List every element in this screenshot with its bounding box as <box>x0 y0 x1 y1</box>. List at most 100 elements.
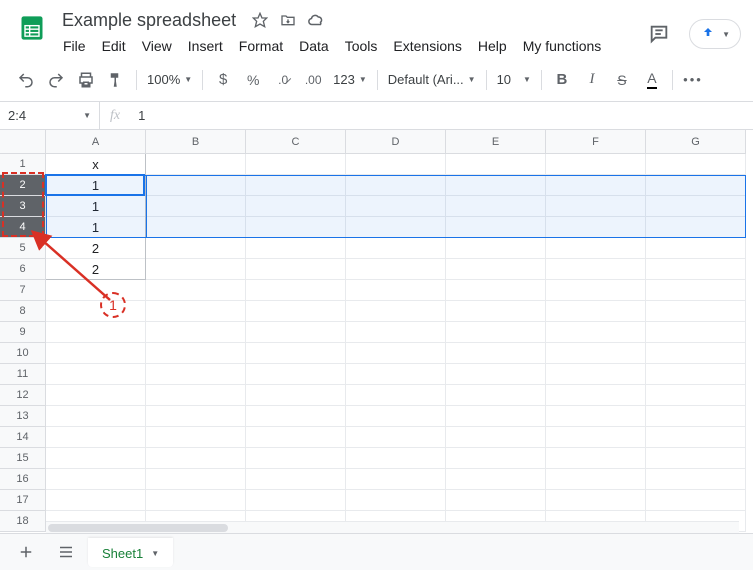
cell-C9[interactable] <box>246 322 346 343</box>
cell-F8[interactable] <box>546 301 646 322</box>
cell-B16[interactable] <box>146 469 246 490</box>
cell-G12[interactable] <box>646 385 746 406</box>
cell-C13[interactable] <box>246 406 346 427</box>
cell-B1[interactable] <box>146 154 246 175</box>
add-sheet-button[interactable] <box>8 538 44 566</box>
all-sheets-button[interactable] <box>48 538 84 566</box>
column-header-G[interactable]: G <box>646 130 746 154</box>
cell-A1[interactable]: x <box>46 154 146 175</box>
cell-C2[interactable] <box>246 175 346 196</box>
formula-input[interactable]: 1 <box>130 108 753 123</box>
row-header-11[interactable]: 11 <box>0 364 46 385</box>
cell-A2[interactable]: 1 <box>46 175 146 196</box>
menu-extensions[interactable]: Extensions <box>386 34 468 58</box>
row-header-5[interactable]: 5 <box>0 238 46 259</box>
cell-B11[interactable] <box>146 364 246 385</box>
cell-B12[interactable] <box>146 385 246 406</box>
cell-A11[interactable] <box>46 364 146 385</box>
redo-button[interactable] <box>42 66 70 94</box>
cell-A13[interactable] <box>46 406 146 427</box>
cell-F13[interactable] <box>546 406 646 427</box>
cell-F2[interactable] <box>546 175 646 196</box>
cell-B8[interactable] <box>146 301 246 322</box>
cell-D8[interactable] <box>346 301 446 322</box>
cell-B10[interactable] <box>146 343 246 364</box>
cell-G15[interactable] <box>646 448 746 469</box>
menu-insert[interactable]: Insert <box>181 34 230 58</box>
cell-C1[interactable] <box>246 154 346 175</box>
horizontal-scrollbar[interactable] <box>46 521 739 533</box>
menu-format[interactable]: Format <box>232 34 290 58</box>
paint-format-button[interactable] <box>102 66 130 94</box>
cell-G16[interactable] <box>646 469 746 490</box>
cell-E4[interactable] <box>446 217 546 238</box>
cell-C5[interactable] <box>246 238 346 259</box>
cell-E6[interactable] <box>446 259 546 280</box>
cell-E5[interactable] <box>446 238 546 259</box>
row-header-13[interactable]: 13 <box>0 406 46 427</box>
cell-A4[interactable]: 1 <box>46 217 146 238</box>
cell-G7[interactable] <box>646 280 746 301</box>
cell-E7[interactable] <box>446 280 546 301</box>
cell-A9[interactable] <box>46 322 146 343</box>
column-header-A[interactable]: A <box>46 130 146 154</box>
row-header-2[interactable]: 2 <box>0 175 46 196</box>
cell-A12[interactable] <box>46 385 146 406</box>
cell-G5[interactable] <box>646 238 746 259</box>
cell-F1[interactable] <box>546 154 646 175</box>
cell-D12[interactable] <box>346 385 446 406</box>
cell-A6[interactable]: 2 <box>46 259 146 280</box>
cell-B17[interactable] <box>146 490 246 511</box>
row-header-3[interactable]: 3 <box>0 196 46 217</box>
sheets-logo[interactable] <box>12 8 52 48</box>
menu-data[interactable]: Data <box>292 34 336 58</box>
cell-C3[interactable] <box>246 196 346 217</box>
column-header-C[interactable]: C <box>246 130 346 154</box>
cell-B3[interactable] <box>146 196 246 217</box>
cell-C11[interactable] <box>246 364 346 385</box>
name-box[interactable]: 2:4▼ <box>0 102 100 129</box>
column-header-D[interactable]: D <box>346 130 446 154</box>
cell-G17[interactable] <box>646 490 746 511</box>
cell-D13[interactable] <box>346 406 446 427</box>
cell-F12[interactable] <box>546 385 646 406</box>
cell-B4[interactable] <box>146 217 246 238</box>
cell-C10[interactable] <box>246 343 346 364</box>
cell-C12[interactable] <box>246 385 346 406</box>
cell-D16[interactable] <box>346 469 446 490</box>
cell-C8[interactable] <box>246 301 346 322</box>
cell-D4[interactable] <box>346 217 446 238</box>
comments-icon[interactable] <box>641 16 677 52</box>
cell-E12[interactable] <box>446 385 546 406</box>
cell-E17[interactable] <box>446 490 546 511</box>
font-dropdown[interactable]: Default (Ari...▼ <box>384 66 480 94</box>
cell-D5[interactable] <box>346 238 446 259</box>
bold-button[interactable]: B <box>548 66 576 94</box>
row-header-6[interactable]: 6 <box>0 259 46 280</box>
cell-E8[interactable] <box>446 301 546 322</box>
cell-D1[interactable] <box>346 154 446 175</box>
cell-F6[interactable] <box>546 259 646 280</box>
cell-C17[interactable] <box>246 490 346 511</box>
font-size-dropdown[interactable]: 10▼ <box>493 66 535 94</box>
text-color-button[interactable]: A <box>638 66 666 94</box>
cell-F15[interactable] <box>546 448 646 469</box>
italic-button[interactable]: I <box>578 66 606 94</box>
cell-E14[interactable] <box>446 427 546 448</box>
cell-G14[interactable] <box>646 427 746 448</box>
menu-view[interactable]: View <box>135 34 179 58</box>
cell-D14[interactable] <box>346 427 446 448</box>
cell-E16[interactable] <box>446 469 546 490</box>
row-header-7[interactable]: 7 <box>0 280 46 301</box>
row-header-15[interactable]: 15 <box>0 448 46 469</box>
row-header-8[interactable]: 8 <box>0 301 46 322</box>
cell-G10[interactable] <box>646 343 746 364</box>
menu-file[interactable]: File <box>56 34 93 58</box>
cell-G4[interactable] <box>646 217 746 238</box>
column-header-F[interactable]: F <box>546 130 646 154</box>
cell-B14[interactable] <box>146 427 246 448</box>
share-button[interactable]: ▼ <box>689 19 741 49</box>
cell-A10[interactable] <box>46 343 146 364</box>
row-header-17[interactable]: 17 <box>0 490 46 511</box>
cell-A17[interactable] <box>46 490 146 511</box>
